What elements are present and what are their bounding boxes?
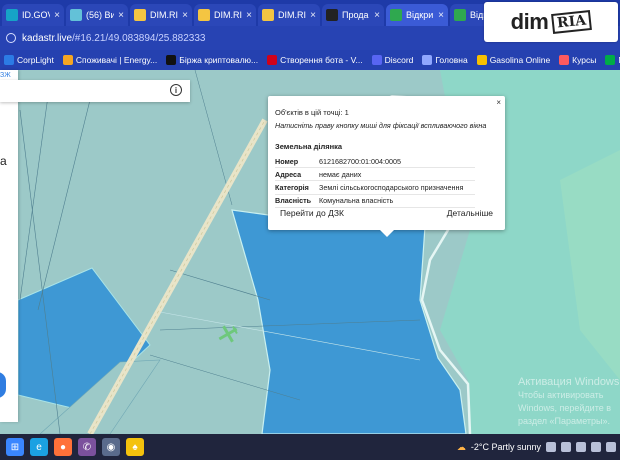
bookmark-item[interactable]: Discord — [371, 55, 414, 65]
windows-activation-notice: Активация Windows Чтобы активировать Win… — [518, 376, 620, 426]
bookmark-icon — [166, 55, 177, 65]
parcel-details-table: Номер 6121682700:01:004:0005 Адреса немає … — [275, 155, 475, 208]
go-to-dzk-button[interactable]: Перейти до ДЗК — [280, 208, 344, 218]
bookmark-item[interactable]: Gasolina Online — [476, 55, 551, 65]
tray-icon[interactable] — [591, 442, 601, 452]
tab-title: Відкри — [406, 10, 434, 20]
bookmark-item[interactable]: CorpLight — [4, 55, 54, 65]
table-row: Адреса немає даних — [275, 167, 475, 182]
browser-tab[interactable]: Відкри × — [386, 4, 448, 26]
tray-icon[interactable] — [606, 442, 616, 452]
url-text[interactable]: kadastr.live/#16.21/49.083894/25.882333 — [22, 33, 206, 44]
bookmark-icon — [559, 55, 570, 65]
browser-tab[interactable]: ID.GOV × — [2, 4, 64, 26]
windows-taskbar: ⊞ e ● ✆ ◉ ♠ ☁ -2°C Partly sunny — [0, 434, 620, 460]
tab-close-icon[interactable]: × — [118, 10, 124, 21]
browser-tab[interactable]: DIM.RI × — [194, 4, 256, 26]
tray-icon[interactable] — [546, 442, 556, 452]
tab-close-icon[interactable]: × — [182, 10, 188, 21]
viber-icon[interactable]: ✆ — [78, 438, 96, 456]
tab-close-icon[interactable]: × — [54, 10, 60, 21]
tab-title: DIM.RI — [150, 10, 178, 20]
tab-close-icon[interactable]: × — [438, 10, 444, 21]
tab-close-icon[interactable]: × — [246, 10, 252, 21]
bookmark-label: Створення бота - V... — [280, 55, 363, 65]
bookmark-label: Головна — [435, 55, 468, 65]
tab-close-icon[interactable]: × — [310, 10, 316, 21]
floating-action-button[interactable] — [0, 372, 6, 398]
tab-favicon-icon — [390, 9, 402, 21]
bookmark-label: Discord — [384, 55, 414, 65]
bookmark-label: Біржа криптовалю... — [179, 55, 259, 65]
tab-title: DIM.RI — [214, 10, 242, 20]
map-search-box[interactable]: i — [0, 80, 190, 102]
parcel-info-popup[interactable]: × Об'єктів в цій точці: 1 Натисніть прав… — [268, 96, 505, 237]
bookmark-icon — [605, 55, 616, 65]
browser-tab[interactable]: (56) Ви × — [66, 4, 128, 26]
popup-hint: Натисніть праву кнопку миші для фіксації… — [275, 121, 487, 130]
bookmark-icon — [476, 55, 487, 65]
bookmark-item[interactable]: Курсы — [559, 55, 596, 65]
tab-favicon-icon — [198, 9, 210, 21]
bookmark-icon — [267, 55, 278, 65]
bookmark-label: Споживачі | Energy... — [75, 55, 158, 65]
bookmark-icon — [62, 55, 73, 65]
details-button[interactable]: Детальніше — [447, 208, 493, 218]
watermark-ria: RIA — [551, 10, 593, 34]
tray-icon[interactable] — [576, 442, 586, 452]
firefox-icon[interactable]: ● — [54, 438, 72, 456]
bookmark-item[interactable]: Створення бота - V... — [267, 55, 363, 65]
bookmarks-bar: CorpLight Споживачі | Energy... Біржа крип… — [0, 50, 620, 70]
bookmark-item[interactable]: Головна — [422, 55, 468, 65]
bookmark-label: Курсы — [572, 55, 597, 65]
tab-close-icon[interactable]: × — [374, 10, 380, 21]
tab-favicon-icon — [70, 9, 82, 21]
popup-close-icon[interactable]: × — [496, 98, 501, 107]
tab-favicon-icon — [262, 9, 274, 21]
info-icon[interactable]: i — [170, 84, 182, 96]
tab-title: DIM.RI — [278, 10, 306, 20]
system-tray: ☁ -2°C Partly sunny — [457, 434, 616, 460]
tab-title: Прода — [342, 10, 369, 20]
game-icon[interactable]: ♠ — [126, 438, 144, 456]
tab-favicon-icon — [6, 9, 18, 21]
bookmark-label: CorpLight — [17, 55, 54, 65]
browser-tab[interactable]: DIM.RI × — [130, 4, 192, 26]
tray-icon[interactable] — [561, 442, 571, 452]
tab-favicon-icon — [134, 9, 146, 21]
tab-title: (56) Ви — [86, 10, 115, 20]
tab-favicon-icon — [454, 9, 466, 21]
table-row: Номер 6121682700:01:004:0005 — [275, 155, 475, 169]
bookmark-icon — [4, 55, 14, 65]
site-info-icon[interactable] — [6, 33, 16, 43]
popup-section-title: Земельна ділянка — [275, 142, 343, 151]
panel-text: а — [0, 154, 7, 168]
layer-label: ЗЖ — [0, 72, 11, 79]
left-side-panel[interactable]: а — [0, 70, 18, 422]
browser-tab[interactable]: Прода × — [322, 4, 384, 26]
table-row: Категорія Землі сільськогосподарського пр… — [275, 180, 475, 195]
popup-objects-count: Об'єктів в цій точці: 1 — [275, 108, 349, 117]
tab-title: ID.GOV — [22, 10, 50, 20]
watermark-dim: dim — [510, 9, 549, 34]
bookmark-icon — [371, 55, 382, 65]
weather-icon[interactable]: ☁ — [457, 442, 466, 453]
bookmark-item[interactable]: Meet: "uhz-kney-wot" — [605, 55, 620, 65]
browser-tab[interactable]: DIM.RI × — [258, 4, 320, 26]
tab-favicon-icon — [326, 9, 338, 21]
chrome-icon[interactable]: ◉ — [102, 438, 120, 456]
weather-text[interactable]: -2°C Partly sunny — [471, 442, 541, 452]
dim-ria-watermark: dim RIA — [484, 2, 618, 42]
bookmark-item[interactable]: Біржа криптовалю... — [166, 55, 258, 65]
windows-start-icon[interactable]: ⊞ — [6, 438, 24, 456]
bookmark-item[interactable]: Споживачі | Energy... — [62, 55, 158, 65]
table-row: Власність Комунальна власність — [275, 194, 475, 208]
edge-browser-icon[interactable]: e — [30, 438, 48, 456]
bookmark-icon — [422, 55, 433, 65]
bookmark-label: Gasolina Online — [489, 55, 551, 65]
